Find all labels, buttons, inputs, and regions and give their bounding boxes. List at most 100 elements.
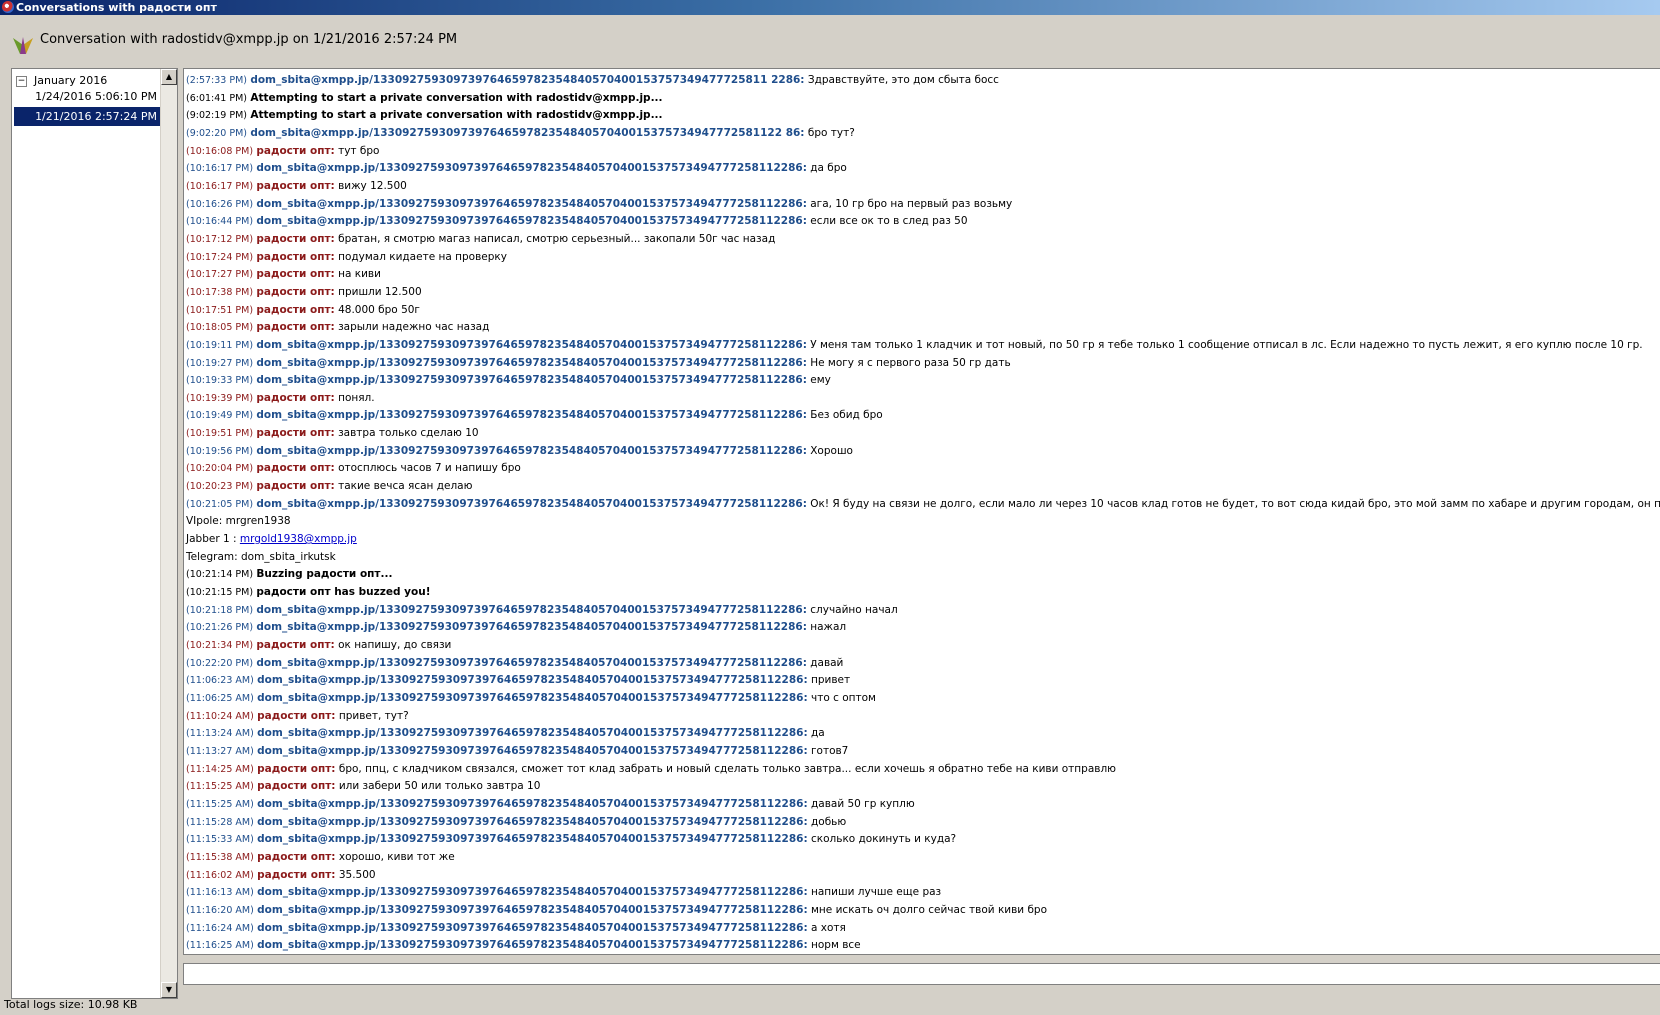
log-sender: радости опт: (256, 427, 335, 440)
log-sender: радости опт: (256, 250, 335, 263)
log-timestamp: (10:21:14 PM) (186, 569, 254, 581)
log-line: (10:18:05 PM) радости опт: зарыли надежн… (186, 319, 1660, 337)
pidgin-logo-icon (13, 37, 33, 54)
log-sender: dom_sbita@xmpp.jp/1330927593097397646597… (250, 74, 805, 86)
log-message: завтра только сделаю 10 (334, 427, 479, 440)
log-timestamp: (10:21:34 PM) (186, 640, 254, 651)
log-line: (10:21:18 PM) dom_sbita@xmpp.jp/13309275… (186, 602, 1660, 620)
log-sender: dom_sbita@xmpp.jp/1330927593097397646597… (256, 656, 807, 669)
log-sender: dom_sbita@xmpp.jp/1330927593097397646597… (257, 727, 808, 740)
scroll-down-icon[interactable]: ▼ (161, 982, 177, 998)
log-message: зарыли надежно час назад (334, 321, 490, 334)
log-timestamp: (11:14:25 AM) (186, 763, 254, 775)
window-title: Conversations with радости опт (16, 1, 217, 14)
log-sender: dom_sbita@xmpp.jp/1330927593097397646597… (257, 815, 808, 828)
log-message: что с оптом (807, 691, 876, 704)
log-line: (11:10:24 AM) радости опт: привет, тут? (186, 708, 1660, 726)
conversation-date-tree[interactable]: − January 2016 1/24/2016 5:06:10 PM 1/21/… (11, 68, 178, 999)
log-timestamp: (10:16:17 PM) (186, 180, 254, 192)
collapse-toggle-icon[interactable]: − (16, 75, 27, 87)
log-timestamp: (10:17:12 PM) (186, 233, 254, 245)
log-sender: радости опт: (257, 709, 336, 722)
log-sender: радости опт: (256, 303, 335, 316)
tree-scrollbar[interactable]: ▲ ▼ (160, 69, 177, 998)
log-line: (10:19:56 PM) dom_sbita@xmpp.jp/13309275… (186, 443, 1660, 461)
tree-item-conversation-selected[interactable]: 1/21/2016 2:57:24 PM (14, 107, 161, 126)
log-timestamp: (11:16:24 AM) (186, 922, 254, 934)
log-message: Хорошо (806, 444, 853, 457)
scroll-up-icon[interactable]: ▲ (161, 69, 177, 85)
log-message: случайно начал (806, 603, 898, 616)
log-line: Telegram: dom_sbita_irkutsk (186, 549, 1660, 567)
log-line: (10:21:14 PM) Buzzing радости опт... (186, 566, 1660, 584)
log-sender: dom_sbita@xmpp.jp/1330927593097397646597… (257, 939, 808, 952)
log-timestamp: (11:15:25 AM) (186, 798, 254, 810)
log-message: сколько докинуть и куда? (807, 833, 957, 846)
log-message: пришли 12.500 (334, 285, 422, 298)
log-line: (11:15:25 AM) радости опт: или забери 50… (186, 778, 1660, 796)
log-line: (11:16:24 AM) dom_sbita@xmpp.jp/13309275… (186, 920, 1660, 938)
log-timestamp: (10:21:26 PM) (186, 622, 254, 634)
window-titlebar[interactable]: Conversations with радости опт (0, 0, 1660, 15)
log-timestamp: (11:06:23 AM) (186, 675, 254, 687)
log-message: Buzzing радости опт... (256, 568, 393, 581)
log-message: 48.000 бро 50г (334, 303, 420, 316)
log-sender: dom_sbita@xmpp.jp/1330927593097397646597… (256, 409, 807, 422)
log-message: радости опт has buzzed you! (256, 586, 431, 599)
log-sender: радости опт: (256, 232, 335, 245)
log-message: бро тут? (804, 126, 855, 139)
log-line: (11:15:38 AM) радости опт: хорошо, киви … (186, 849, 1660, 867)
log-timestamp: (11:13:24 AM) (186, 728, 254, 740)
log-sender: радости опт: (256, 639, 335, 651)
log-line: (10:19:33 PM) dom_sbita@xmpp.jp/13309275… (186, 372, 1660, 390)
log-sender: dom_sbita@xmpp.jp/1330927593097397646597… (256, 603, 807, 616)
log-message: Attempting to start a private conversati… (250, 109, 663, 122)
log-line: (10:19:49 PM) dom_sbita@xmpp.jp/13309275… (186, 407, 1660, 425)
search-input[interactable] (183, 963, 1660, 985)
log-timestamp: (10:17:27 PM) (186, 269, 254, 281)
log-message: на киви (334, 268, 381, 281)
log-line: (10:19:27 PM) dom_sbita@xmpp.jp/13309275… (186, 355, 1660, 373)
log-sender: dom_sbita@xmpp.jp/1330927593097397646597… (257, 833, 808, 846)
conversation-log[interactable]: (2:57:33 PM) dom_sbita@xmpp.jp/133092759… (183, 68, 1660, 955)
log-line: (11:06:23 AM) dom_sbita@xmpp.jp/13309275… (186, 672, 1660, 690)
log-message: да (807, 727, 825, 740)
log-line: (11:16:20 AM) dom_sbita@xmpp.jp/13309275… (186, 902, 1660, 920)
log-line: (10:16:44 PM) dom_sbita@xmpp.jp/13309275… (186, 213, 1660, 231)
log-line: (10:20:23 PM) радости опт: такие вечса я… (186, 478, 1660, 496)
log-timestamp: (10:17:24 PM) (186, 251, 254, 263)
log-sender: dom_sbita@xmpp.jp/1330927593097397646597… (257, 691, 808, 704)
log-line: Jabber 1 : mrgold1938@xmpp.jp (186, 531, 1660, 549)
log-message: Jabber 1 : (186, 533, 240, 546)
log-sender: радости опт: (256, 391, 335, 404)
log-line: (10:17:27 PM) радости опт: на киви (186, 266, 1660, 284)
log-sender: dom_sbita@xmpp.jp/1330927593097397646597… (257, 744, 808, 757)
tree-item-label: 1/21/2016 2:57:24 PM (35, 110, 157, 123)
tree-item-conversation[interactable]: 1/24/2016 5:06:10 PM (14, 87, 161, 106)
log-sender: радости опт: (256, 321, 335, 334)
conversation-title: Conversation with radostidv@xmpp.jp on 1… (40, 32, 458, 47)
log-message: Здравствуйте, это дом сбыта босс (804, 74, 999, 86)
log-timestamp: (10:22:20 PM) (186, 657, 254, 669)
log-line: (10:20:04 PM) радости опт: отосплюсь час… (186, 460, 1660, 478)
log-sender: dom_sbita@xmpp.jp/1330927593097397646597… (256, 215, 807, 228)
log-line: (11:06:25 AM) dom_sbita@xmpp.jp/13309275… (186, 690, 1660, 708)
jabber-link[interactable]: mrgold1938@xmpp.jp (240, 533, 357, 545)
log-timestamp: (11:15:25 AM) (186, 781, 254, 793)
log-line: (11:13:27 AM) dom_sbita@xmpp.jp/13309275… (186, 743, 1660, 761)
log-timestamp: (10:19:11 PM) (186, 339, 254, 351)
log-message: давай 50 гр куплю (807, 797, 915, 810)
log-line: (11:13:24 AM) dom_sbita@xmpp.jp/13309275… (186, 725, 1660, 743)
log-sender: радости опт: (256, 285, 335, 298)
log-sender: радости опт: (257, 868, 336, 881)
log-timestamp: (10:17:51 PM) (186, 304, 254, 316)
log-line: (9:02:19 PM) Attempting to start a priva… (186, 107, 1660, 125)
log-sender: радости опт: (257, 780, 336, 793)
log-sender: радости опт: (256, 462, 335, 475)
log-timestamp: (10:16:17 PM) (186, 163, 254, 175)
log-sender: dom_sbita@xmpp.jp/1330927593097397646597… (257, 797, 808, 810)
log-message: нажал (806, 621, 847, 634)
log-line: (10:16:26 PM) dom_sbita@xmpp.jp/13309275… (186, 196, 1660, 214)
log-timestamp: (10:21:05 PM) (186, 498, 254, 510)
log-timestamp: (11:15:28 AM) (186, 816, 254, 828)
